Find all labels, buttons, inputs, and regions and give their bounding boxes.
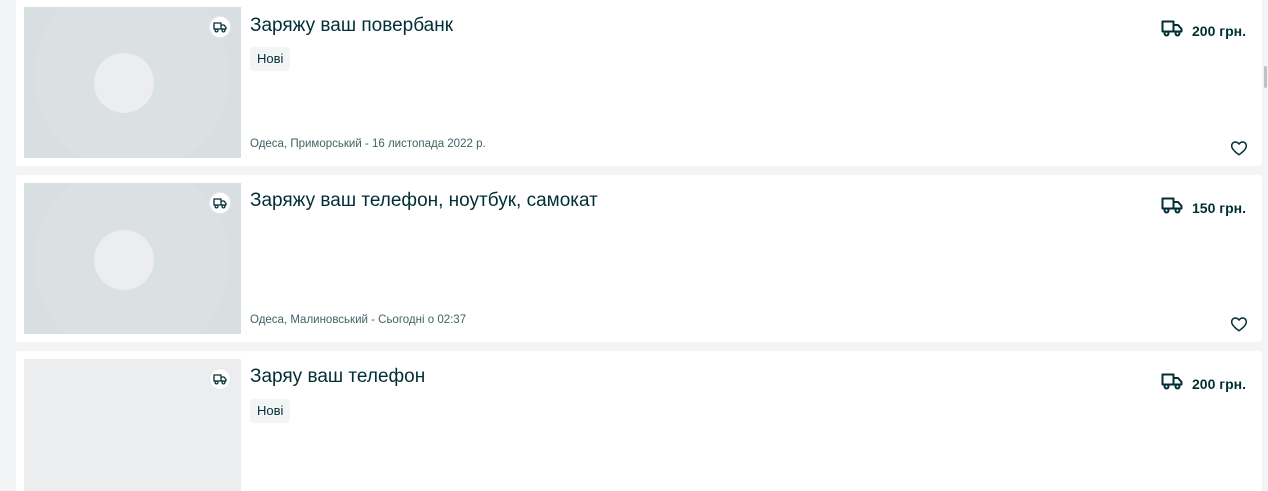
listing-card[interactable]: Заряу ваш телефон Нові 200 грн. (16, 351, 1262, 491)
delivery-badge-icon (209, 192, 231, 214)
listing-card[interactable]: Заряжу ваш телефон, ноутбук, самокат Оде… (16, 175, 1262, 342)
delivery-badge-icon (209, 368, 231, 390)
page-scrollbar[interactable] (1263, 0, 1268, 477)
placeholder-hole (94, 53, 154, 113)
price-block: 200 грн. (1161, 372, 1246, 395)
scrollbar-thumb[interactable] (1264, 66, 1267, 88)
condition-tag: Нові (250, 399, 291, 423)
price-block: 200 грн. (1161, 19, 1246, 42)
heart-icon[interactable] (1230, 315, 1248, 333)
listing-card[interactable]: Заряжу ваш повербанк Нові Одеса, Приморс… (16, 0, 1262, 166)
price-block: 150 грн. (1161, 196, 1246, 219)
condition-tag: Нові (250, 47, 291, 71)
placeholder-hole (94, 230, 154, 290)
truck-icon (1161, 372, 1183, 395)
listing-title[interactable]: Заряжу ваш телефон, ноутбук, самокат (250, 190, 598, 212)
listing-title[interactable]: Заряу ваш телефон (250, 366, 425, 388)
location-date: Одеса, Малиновський - Сьогодні о 02:37 (250, 314, 467, 326)
listing-price: 200 грн. (1192, 22, 1246, 39)
location-date: Одеса, Приморський - 16 листопада 2022 р… (250, 138, 486, 150)
listing-price: 150 грн. (1192, 199, 1246, 216)
truck-icon (1161, 19, 1183, 42)
listing-title[interactable]: Заряжу ваш повербанк (250, 15, 453, 37)
truck-icon (1161, 196, 1183, 219)
listing-price: 200 грн. (1192, 375, 1246, 392)
heart-icon[interactable] (1230, 139, 1248, 157)
delivery-badge-icon (209, 16, 231, 38)
